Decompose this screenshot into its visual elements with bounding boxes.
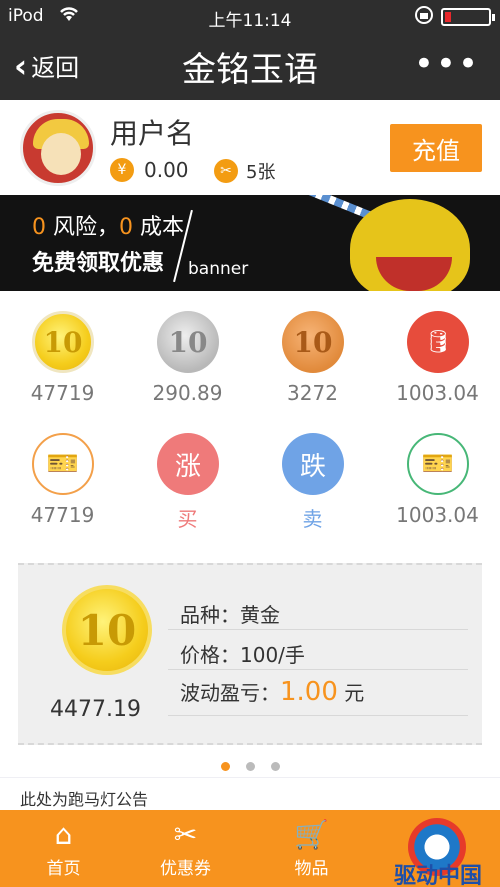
banner-cost-text: 成本 [133, 215, 184, 240]
carousel-dot[interactable] [245, 762, 255, 771]
user-panel: 用户名 ¥ 0.00 ✂ 5张 充值 [0, 100, 500, 195]
tab-bar: ⌂ 首页 ✂ 优惠券 🛒 物品 驱动中国 [0, 810, 500, 887]
ticket-icon: ✂ [214, 159, 238, 183]
promo-banner[interactable]: 0 风险，0 成本 免费领取优惠 banner [0, 195, 500, 291]
grid-item-label: 1003.04 [396, 503, 479, 527]
balance: ¥ 0.00 [110, 158, 189, 182]
banner-zero-cost: 0 [119, 215, 133, 240]
variety-label: 品种： [180, 603, 240, 627]
divider [168, 629, 468, 630]
carousel-indicator [0, 756, 500, 775]
banner-headline: 免费领取优惠 [32, 251, 165, 276]
variety-row: 品种：黄金 [180, 599, 280, 628]
grid-item-silver[interactable]: 10 290.89 [125, 291, 250, 409]
grid-item-ticket-green[interactable]: 🎫 1003.04 [375, 413, 500, 531]
avatar[interactable] [20, 110, 96, 186]
status-bar: iPod 上午11:14 [0, 0, 500, 32]
grid-item-buy[interactable]: 涨 买 [125, 413, 250, 531]
home-icon: ⌂ [54, 818, 73, 851]
nav-bar: ‹ 返回 金铭玉语 ••• [0, 36, 500, 96]
variety-value: 黄金 [240, 603, 280, 627]
grid-item-label: 47719 [30, 381, 95, 405]
banner-zero-risk: 0 [32, 215, 46, 240]
tab-coupons[interactable]: ✂ 优惠券 [128, 810, 243, 887]
price-row: 价格：100/手 [180, 639, 305, 668]
watermark-text: 驱动中国 [393, 864, 482, 887]
gold-coin-icon: 10 [32, 311, 94, 373]
recharge-button[interactable]: 充值 [390, 124, 482, 172]
ticket-value: 5张 [246, 162, 276, 183]
watermark: 驱动中国 [378, 818, 498, 887]
grid-item-bronze[interactable]: 10 3272 [250, 291, 375, 409]
more-button[interactable]: ••• [414, 44, 480, 84]
oil-barrel-icon: 🛢 [407, 311, 469, 373]
battery-level [445, 12, 452, 22]
ticket-count[interactable]: ✂ 5张 [214, 158, 275, 184]
rise-icon: 涨 [157, 433, 219, 495]
price-value: 100/手 [240, 643, 305, 667]
grid-item-oil[interactable]: 🛢 1003.04 [375, 291, 500, 409]
bronze-coin-icon: 10 [282, 311, 344, 373]
grid-item-label: 1003.04 [396, 381, 479, 405]
price-label: 价格： [180, 643, 240, 667]
battery-icon [441, 8, 495, 26]
divider [168, 669, 468, 670]
grid-item-label: 3272 [287, 381, 338, 405]
grid-item-label: 卖 [302, 507, 323, 531]
grid-item-gold[interactable]: 10 47719 [0, 291, 125, 409]
rotation-lock-icon [414, 4, 434, 31]
tab-items[interactable]: 🛒 物品 [254, 810, 369, 887]
avatar-face [41, 133, 81, 175]
grid-item-label: 买 [177, 507, 198, 531]
yuan-icon: ¥ [110, 158, 134, 182]
product-grid: 10 47719 10 290.89 10 3272 🛢 1003.04 🎫 4… [0, 291, 500, 545]
grid-item-label: 47719 [30, 503, 95, 527]
coupon-icon: ✂ [173, 818, 198, 851]
pnl-row: 波动盈亏：1.00 元 [180, 677, 364, 707]
carousel-dot[interactable] [270, 762, 280, 771]
product-carousel[interactable]: 10 4477.19 品种：黄金 价格：100/手 波动盈亏：1.00 元 [0, 545, 500, 777]
pnl-label: 波动盈亏： [180, 681, 280, 705]
banner-tagline: 0 风险，0 成本 [32, 209, 184, 241]
silver-coin-icon: 10 [157, 311, 219, 373]
product-card[interactable]: 10 4477.19 品种：黄金 价格：100/手 波动盈亏：1.00 元 [18, 563, 482, 745]
banner-risk-text: 风险， [46, 215, 119, 240]
ticket-icon: 🎫 [32, 433, 94, 495]
banner-tag: banner [188, 259, 249, 279]
tab-label: 优惠券 [160, 859, 211, 879]
user-name: 用户名 [110, 117, 195, 150]
gold-coin-icon: 10 [62, 585, 152, 675]
tab-label: 首页 [46, 859, 81, 879]
ticket-green-icon: 🎫 [407, 433, 469, 495]
balance-value: 0.00 [144, 158, 189, 182]
product-amount: 4477.19 [50, 697, 141, 722]
pnl-value: 1.00 [280, 677, 338, 707]
cart-icon: 🛒 [294, 818, 329, 851]
tab-label: 物品 [294, 859, 329, 879]
grid-item-ticket[interactable]: 🎫 47719 [0, 413, 125, 531]
divider [168, 715, 468, 716]
grid-item-sell[interactable]: 跌 卖 [250, 413, 375, 531]
fall-icon: 跌 [282, 433, 344, 495]
grid-item-label: 290.89 [152, 381, 223, 405]
carousel-dot[interactable] [220, 762, 230, 771]
marquee-notice[interactable]: 此处为跑马灯公告 [0, 778, 500, 810]
pnl-unit: 元 [344, 681, 365, 705]
top-bar: iPod 上午11:14 ‹ 返回 金铭玉语 ••• [0, 0, 500, 100]
tab-home[interactable]: ⌂ 首页 [6, 810, 121, 887]
